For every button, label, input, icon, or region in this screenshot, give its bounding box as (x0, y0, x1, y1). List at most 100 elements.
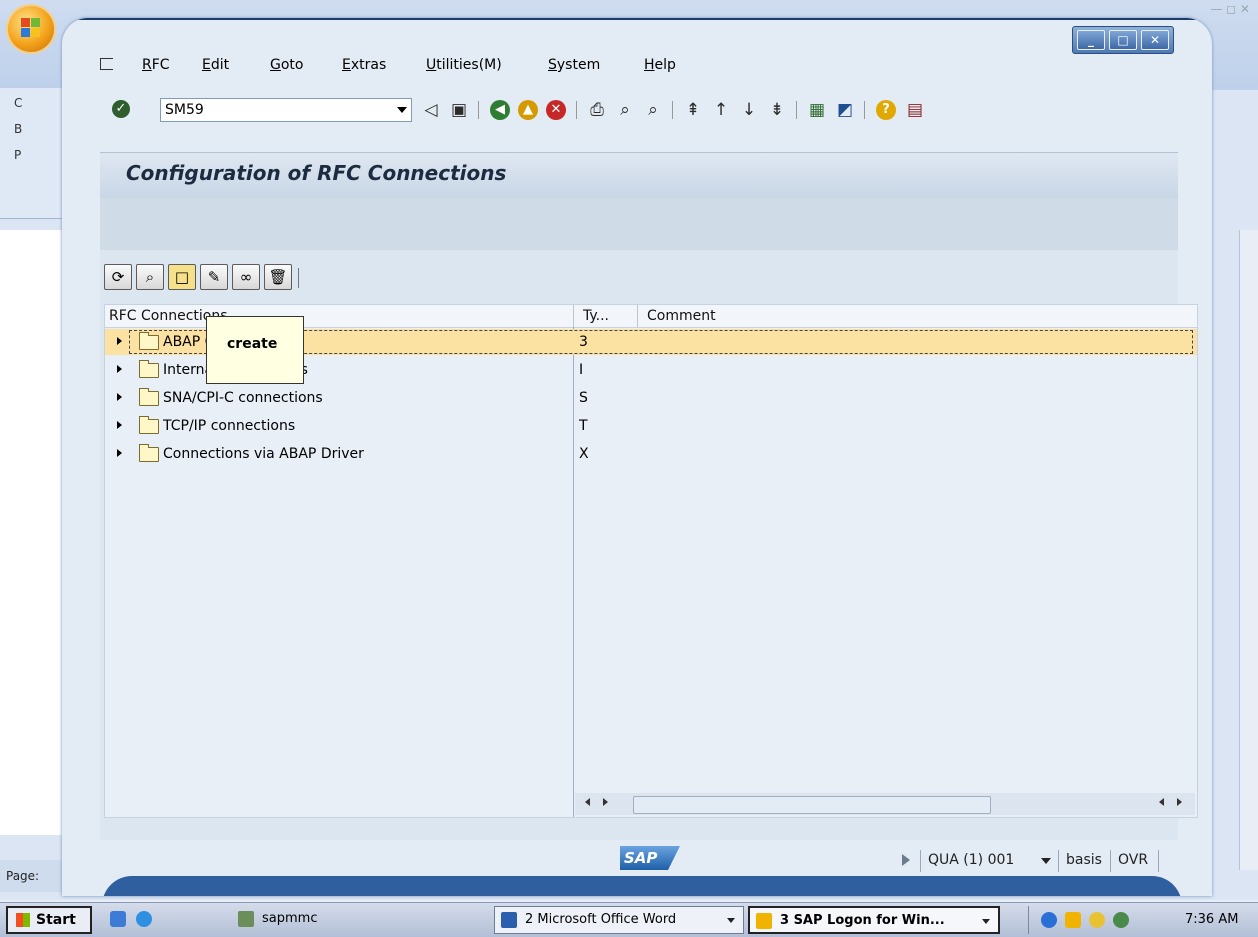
cancel-icon[interactable]: ✕ (546, 100, 566, 120)
scroll-left-icon[interactable] (1159, 798, 1164, 806)
tree-row-label[interactable]: SNA/CPI-C connections (163, 390, 323, 406)
exit-icon[interactable]: ▲ (518, 100, 538, 120)
display-glasses-icon[interactable]: ∞ (232, 264, 260, 290)
task-sap-logon[interactable]: 3 SAP Logon for Win... (748, 906, 1000, 934)
column-divider[interactable] (573, 305, 574, 327)
clock: 7:36 AM (1185, 912, 1239, 927)
start-button[interactable]: Start (6, 906, 92, 934)
scroll-right-icon[interactable] (603, 798, 608, 806)
close-button[interactable]: ✕ (1141, 30, 1169, 50)
menu-help[interactable]: Help (644, 57, 676, 73)
previous-page-icon[interactable]: ↑ (710, 99, 732, 121)
menu-rfc[interactable]: RFC (142, 57, 170, 73)
expand-arrow-icon[interactable] (117, 449, 122, 457)
status-separator (920, 850, 921, 872)
sap-frame-top (62, 18, 1212, 20)
insert-mode[interactable]: OVR (1118, 852, 1148, 868)
tree-toolbar-separator (298, 268, 299, 288)
office-button[interactable] (8, 6, 54, 52)
minimize-button[interactable]: _ (1077, 30, 1105, 50)
tree-row-label[interactable]: TCP/IP connections (163, 418, 295, 434)
expand-arrow-icon[interactable] (117, 337, 122, 345)
quicklaunch-desktop-icon[interactable] (110, 911, 126, 927)
toolbar-separator (672, 101, 673, 119)
word-window-controls[interactable]: — ◻ ✕ (1210, 2, 1250, 16)
create-session-icon[interactable]: ▦ (806, 99, 828, 121)
scroll-left-icon[interactable] (585, 798, 590, 806)
sap-frame-bottom (102, 876, 1182, 896)
folder-icon (139, 360, 159, 378)
system-tray: 7:36 AM (1028, 906, 1257, 934)
task-dropdown-icon[interactable] (982, 919, 990, 924)
menu-extras[interactable]: Extras (342, 57, 386, 73)
tree-row-tcpip-connections[interactable]: TCP/IP connections T (105, 413, 1197, 439)
command-field[interactable] (160, 98, 412, 122)
quicklaunch-ie-icon[interactable] (136, 911, 152, 927)
sapmmc-icon (238, 911, 254, 927)
delete-trash-icon[interactable]: 🗑 (264, 264, 292, 290)
save-icon[interactable]: ▣ (448, 99, 470, 121)
toolbar-separator (478, 101, 479, 119)
word-vertical-scrollbar[interactable] (1239, 230, 1258, 870)
refresh-icon[interactable]: ⟳ (104, 264, 132, 290)
command-dropdown-icon[interactable] (397, 107, 407, 113)
task-dropdown-icon[interactable] (727, 918, 735, 923)
help-tray-icon[interactable] (1041, 912, 1057, 928)
menu-edit[interactable]: Edit (202, 57, 229, 73)
print-icon[interactable]: ⎙ (586, 99, 608, 121)
scrollbar-thumb[interactable] (633, 796, 991, 814)
task-word[interactable]: 2 Microsoft Office Word (494, 906, 744, 934)
column-header-comment[interactable]: Comment (647, 308, 716, 324)
edit-pencil-icon[interactable]: ✎ (200, 264, 228, 290)
system-menu-icon[interactable] (100, 58, 113, 70)
layout-menu-icon[interactable]: ▤ (904, 99, 926, 121)
column-header-type[interactable]: Ty... (583, 308, 609, 324)
folder-icon (139, 444, 159, 462)
horizontal-scrollbar[interactable] (575, 793, 1195, 815)
expand-arrow-icon[interactable] (117, 365, 122, 373)
shortcut-icon[interactable]: ◩ (834, 99, 856, 121)
system-dropdown-icon[interactable] (1041, 858, 1051, 864)
find-icon[interactable]: ⌕ (614, 99, 636, 121)
enter-check-icon[interactable]: ✓ (112, 100, 130, 118)
word-page-label: Page: (6, 869, 40, 883)
tree-row-sna-connections[interactable]: SNA/CPI-C connections S (105, 385, 1197, 411)
tree-row-abap-driver-connections[interactable]: Connections via ABAP Driver X (105, 441, 1197, 467)
menu-system[interactable]: System (548, 57, 600, 73)
security-shield-icon[interactable] (1089, 912, 1105, 928)
network-icon[interactable] (1113, 912, 1129, 928)
create-icon[interactable]: □ (168, 264, 196, 290)
status-expand-arrow-icon[interactable] (902, 854, 910, 866)
last-page-icon[interactable]: ⇟ (766, 99, 788, 121)
task-sapmmc[interactable]: sapmmc (232, 906, 392, 934)
sap-tray-icon[interactable] (1065, 912, 1081, 928)
command-input[interactable] (161, 99, 389, 121)
system-info: QUA (1) 001 (928, 852, 1015, 868)
word-left-item[interactable]: C (14, 96, 22, 110)
title-bar: Configuration of RFC Connections (100, 152, 1178, 199)
tree-row-type: X (579, 446, 589, 462)
menu-utilities[interactable]: Utilities(M) (426, 57, 502, 73)
scroll-right-icon[interactable] (1177, 798, 1182, 806)
find-icon[interactable]: ⌕ (136, 264, 164, 290)
find-next-icon[interactable]: ⌕ (642, 99, 664, 121)
word-left-item[interactable]: P (14, 148, 21, 162)
expand-arrow-icon[interactable] (117, 393, 122, 401)
sap-window: _ □ ✕ RFC Edit Goto Extras Utilities(M) … (62, 18, 1212, 896)
tree-row-type: I (579, 362, 584, 378)
first-page-icon[interactable]: ⇞ (682, 99, 704, 121)
tree-row-label[interactable]: Connections via ABAP Driver (163, 446, 364, 462)
menu-goto[interactable]: Goto (270, 57, 303, 73)
help-icon[interactable]: ? (876, 100, 896, 120)
column-divider[interactable] (637, 305, 638, 327)
toolbar-separator (576, 101, 577, 119)
word-left-item[interactable]: B (14, 122, 22, 136)
back-icon[interactable]: ◀ (490, 100, 510, 120)
maximize-button[interactable]: □ (1109, 30, 1137, 50)
collapse-arrow-icon[interactable]: ◁ (420, 99, 442, 121)
expand-arrow-icon[interactable] (117, 421, 122, 429)
next-page-icon[interactable]: ↓ (738, 99, 760, 121)
page-title: Configuration of RFC Connections (126, 161, 507, 185)
folder-icon (139, 416, 159, 434)
sap-logon-icon (756, 913, 772, 929)
